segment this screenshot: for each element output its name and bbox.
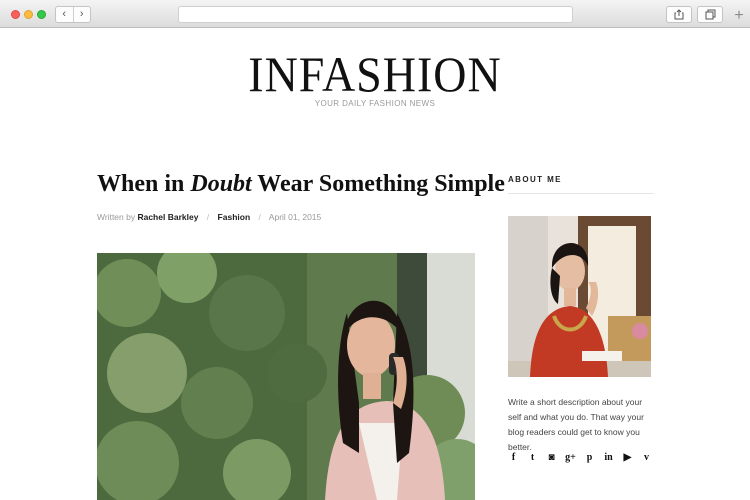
minimize-window-button[interactable] [24, 10, 33, 19]
zoom-window-button[interactable] [37, 10, 46, 19]
tabs-icon [705, 9, 716, 20]
facebook-icon[interactable]: f [508, 452, 519, 464]
vimeo-icon[interactable]: v [641, 452, 652, 464]
chevron-left-icon[interactable]: ‹ [56, 7, 74, 22]
post-title-emphasis: Doubt [190, 171, 252, 197]
twitter-icon[interactable]: t [527, 452, 538, 464]
instagram-icon[interactable]: ◙ [546, 452, 557, 464]
linkedin-icon[interactable]: in [603, 452, 614, 464]
site-tagline: YOUR DAILY FASHION NEWS [314, 99, 436, 108]
close-window-button[interactable] [11, 10, 20, 19]
share-icon [674, 9, 684, 20]
post-title[interactable]: When in Doubt Wear Something Simple [97, 171, 505, 198]
chevron-right-icon[interactable]: › [74, 7, 91, 22]
post-title-end: Wear Something Simple [251, 171, 505, 197]
post-date: April 01, 2015 [268, 212, 322, 222]
google-plus-icon[interactable]: g+ [565, 452, 576, 464]
about-me-heading: ABOUT ME [508, 175, 562, 184]
history-nav: ‹ › [55, 6, 91, 23]
post-meta: Written by Rachel Barkley / Fashion / Ap… [97, 212, 321, 222]
about-me-photo [508, 216, 651, 377]
address-bar[interactable] [178, 6, 573, 23]
meta-prefix: Written by [97, 212, 138, 222]
meta-separator: / [206, 212, 210, 222]
share-button[interactable] [666, 6, 692, 23]
youtube-icon[interactable]: ▶ [622, 452, 633, 464]
post-title-start: When in [97, 171, 191, 197]
category-link[interactable]: Fashion [218, 212, 251, 222]
plus-icon[interactable]: + [731, 8, 747, 24]
post-featured-image[interactable] [97, 253, 475, 500]
show-tabs-button[interactable] [697, 6, 723, 23]
site-logo[interactable]: INFASHION [0, 46, 750, 103]
author-link[interactable]: Rachel Barkley [137, 212, 198, 222]
divider [508, 193, 654, 194]
social-links: f t ◙ g+ p in ▶ v [508, 452, 652, 464]
browser-toolbar: ‹ › + [0, 0, 750, 28]
about-me-description: Write a short description about your sel… [508, 397, 644, 452]
meta-separator: / [258, 212, 261, 222]
woman-on-phone-photo [97, 253, 475, 500]
woman-by-window-photo [508, 216, 651, 377]
pinterest-icon[interactable]: p [584, 452, 595, 464]
